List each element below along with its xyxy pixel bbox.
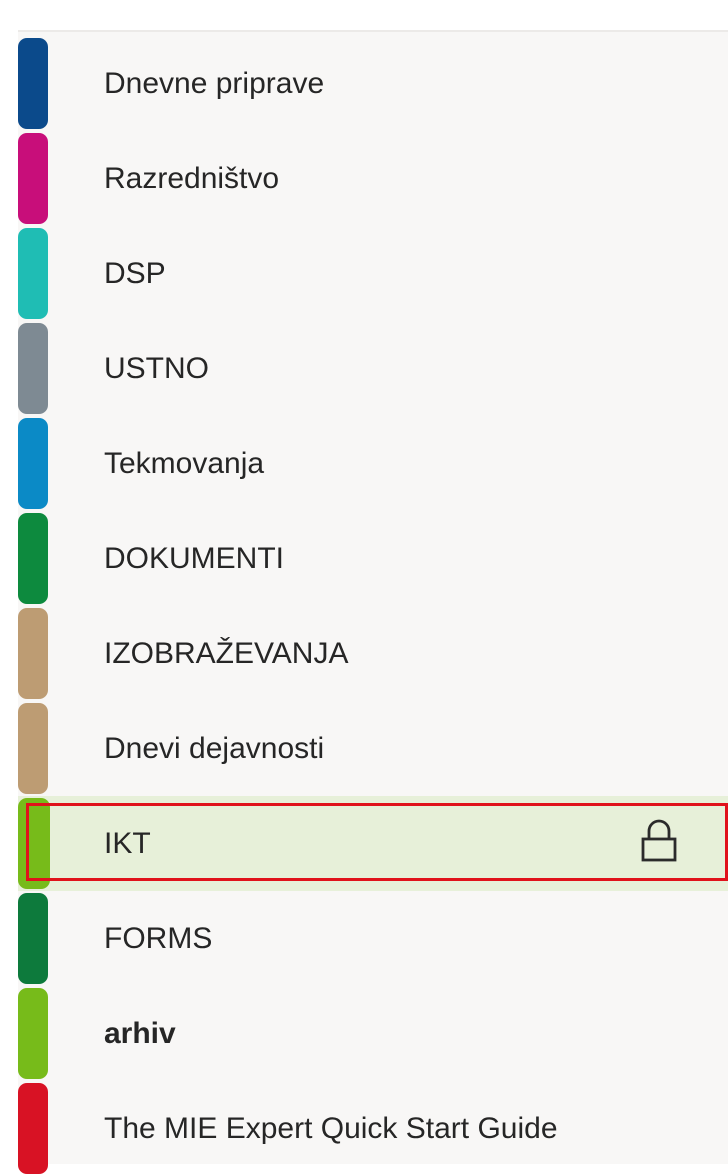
section-item-dnevi-dejavnosti[interactable]: Dnevi dejavnosti (18, 701, 728, 796)
section-list: Dnevne priprave Razredništvo DSP USTNO T… (18, 30, 728, 1174)
section-label: Razredništvo (104, 162, 280, 195)
section-color-tab (18, 893, 48, 984)
section-item-ustno[interactable]: USTNO (18, 321, 728, 416)
section-navigation-panel: Dnevne priprave Razredništvo DSP USTNO T… (0, 0, 728, 1174)
section-label: The MIE Expert Quick Start Guide (104, 1112, 558, 1145)
section-color-tab (18, 133, 48, 224)
section-item-ikt[interactable]: IKT (18, 796, 728, 891)
section-label: DOKUMENTI (104, 542, 284, 575)
section-color-tab (18, 513, 48, 604)
section-label: DSP (104, 257, 166, 290)
section-label: IKT (104, 827, 151, 860)
section-label: IZOBRAŽEVANJA (104, 637, 349, 670)
section-color-tab (18, 228, 48, 319)
section-label: Dnevi dejavnosti (104, 732, 325, 765)
section-label: USTNO (104, 352, 209, 385)
section-item-razrednistvo[interactable]: Razredništvo (18, 131, 728, 226)
section-color-tab (18, 703, 48, 794)
section-color-tab (18, 798, 50, 889)
section-item-tekmovanja[interactable]: Tekmovanja (18, 416, 728, 511)
section-item-dsp[interactable]: DSP (18, 226, 728, 321)
section-label: Dnevne priprave (104, 67, 325, 100)
lock-icon[interactable] (640, 818, 678, 864)
section-item-arhiv[interactable]: arhiv (18, 986, 728, 1081)
section-label: arhiv (104, 1017, 176, 1050)
section-item-dnevne-priprave[interactable]: Dnevne priprave (18, 36, 728, 131)
section-label: Tekmovanja (104, 447, 265, 480)
section-item-izobrazevanja[interactable]: IZOBRAŽEVANJA (18, 606, 728, 701)
section-item-dokumenti[interactable]: DOKUMENTI (18, 511, 728, 606)
section-item-forms[interactable]: FORMS (18, 891, 728, 986)
section-color-tab (18, 1083, 48, 1174)
section-label: FORMS (104, 922, 213, 955)
section-item-mie-expert-quick-start-guide[interactable]: The MIE Expert Quick Start Guide (18, 1081, 728, 1176)
section-color-tab (18, 38, 48, 129)
section-color-tab (18, 323, 48, 414)
section-color-tab (18, 418, 48, 509)
section-color-tab (18, 988, 48, 1079)
section-color-tab (18, 608, 48, 699)
